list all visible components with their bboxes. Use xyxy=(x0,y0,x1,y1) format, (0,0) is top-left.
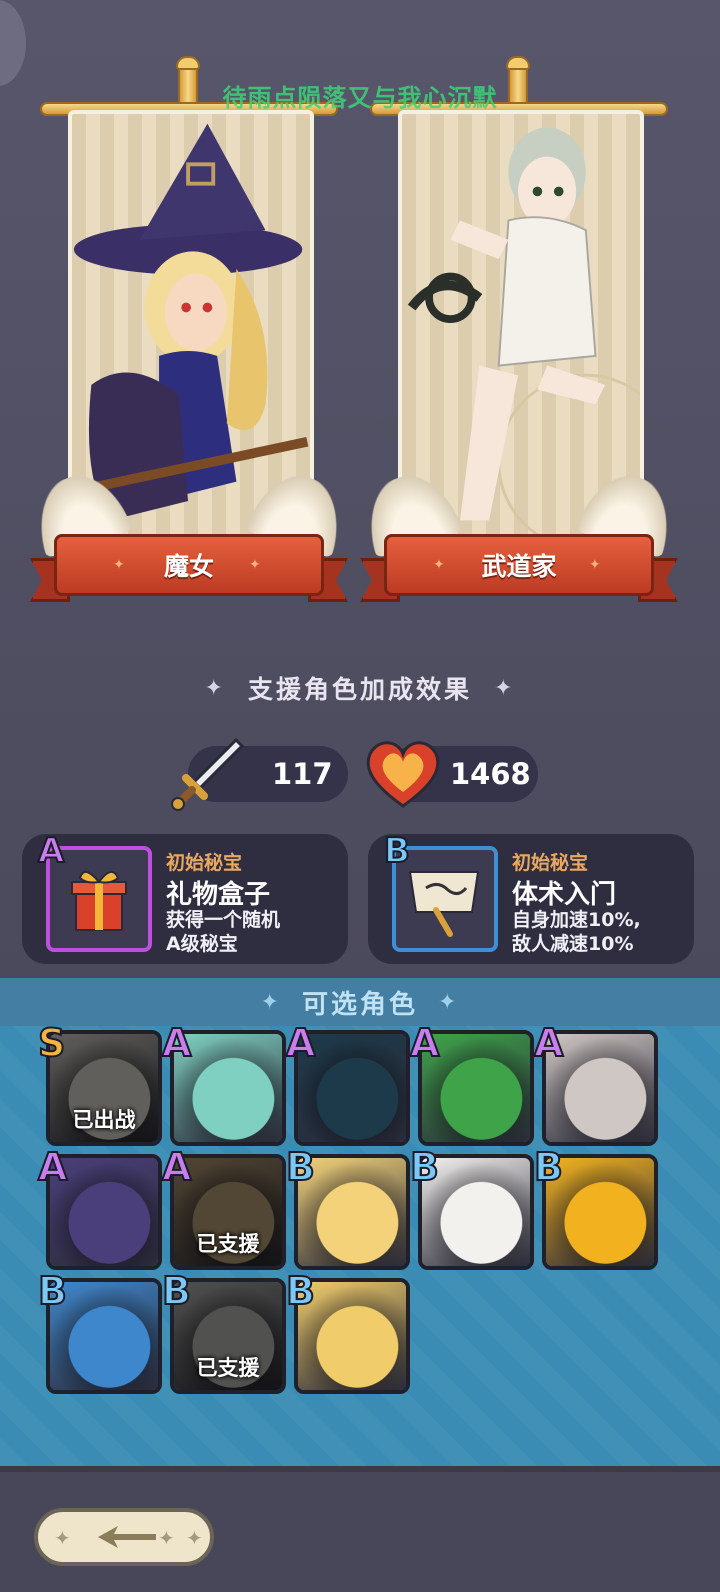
character-status: 已出战 xyxy=(72,1108,136,1132)
sparkle-icon: ✦ xyxy=(54,1526,71,1550)
heart-icon xyxy=(366,741,440,808)
sword-icon xyxy=(171,737,245,811)
character-name-ribbon: ✦ 魔女 ✦ xyxy=(54,534,324,596)
support-banner-witch[interactable]: ✦ 魔女 ✦ xyxy=(25,30,354,630)
sparkle-icon: ✦ xyxy=(186,1526,203,1550)
selectable-title: 可选角色 xyxy=(301,989,418,1020)
character-grade: B xyxy=(533,1145,564,1189)
attack-value: 117 xyxy=(272,757,333,791)
back-arrow-icon xyxy=(98,1526,156,1548)
character-name: 魔女 xyxy=(163,552,214,581)
treasure-kind: 初始秘宝 xyxy=(512,852,589,874)
character-status: 已支援 xyxy=(196,1232,260,1256)
hp-value: 1468 xyxy=(450,757,531,791)
treasure-card-gift-box[interactable]: A 初始秘宝 礼物盒子 获得一个随机 A级秘宝 xyxy=(22,831,348,964)
character-grade: A xyxy=(161,1145,192,1189)
treasure-grade: A xyxy=(37,831,65,871)
ornament-right-icon: ✦ xyxy=(438,989,460,1015)
overlay-caption: 待雨点陨落又与我心沉默 xyxy=(222,84,498,112)
treasure-desc-line: 获得一个随机 xyxy=(166,909,281,931)
treasure-description: 获得一个随机 A级秘宝 xyxy=(166,908,346,956)
support-bonus-label: 支援角色加成效果 xyxy=(247,675,472,704)
treasure-card-martial-basics[interactable]: B 初始秘宝 体术入门 自身加速10%, 敌人减速10% xyxy=(368,831,694,964)
treasure-kind: 初始秘宝 xyxy=(166,852,243,874)
sparkle-icon: ✦ xyxy=(158,1526,175,1550)
ornament-left-icon: ✦ xyxy=(260,989,282,1015)
character-grade: B xyxy=(285,1269,316,1313)
selectable-header: ✦ 可选角色 ✦ xyxy=(0,978,720,1026)
character-grade: A xyxy=(409,1021,440,1065)
ornament-right-icon: ✦ xyxy=(494,675,516,701)
gift-box-icon xyxy=(71,871,127,931)
character-grade: B xyxy=(161,1269,192,1313)
character-grade: A xyxy=(285,1021,316,1065)
treasure-desc-line: A级秘宝 xyxy=(166,933,238,955)
character-grade: B xyxy=(285,1145,316,1189)
scroll-icon xyxy=(408,871,480,937)
back-button[interactable]: ✦ ✦ ✦ xyxy=(34,1508,214,1566)
support-bonus-title: ✦ 支援角色加成效果 ✦ xyxy=(0,668,720,708)
character-grade: B xyxy=(37,1269,68,1313)
ornament-left-icon: ✦ xyxy=(204,675,226,701)
character-grade: A xyxy=(533,1021,564,1065)
support-banner-martial-artist[interactable]: ✦ 武道家 ✦ xyxy=(355,30,684,630)
ribbon-ornament-icon: ✦ xyxy=(589,557,601,573)
character-grade: A xyxy=(37,1145,68,1189)
character-name-ribbon: ✦ 武道家 ✦ xyxy=(384,534,654,596)
character-name: 武道家 xyxy=(481,552,557,581)
treasure-name: 礼物盒子 xyxy=(166,880,271,910)
treasure-grade: B xyxy=(383,831,411,871)
character-grade: S xyxy=(37,1021,66,1065)
treasure-desc-line: 自身加速10%, xyxy=(512,909,641,931)
character-grade: B xyxy=(409,1145,440,1189)
character-grade: A xyxy=(161,1021,192,1065)
treasure-desc-line: 敌人减速10% xyxy=(512,933,634,955)
character-status: 已支援 xyxy=(196,1356,260,1380)
treasure-description: 自身加速10%, 敌人减速10% xyxy=(512,908,692,956)
treasure-name: 体术入门 xyxy=(512,880,617,910)
ribbon-ornament-icon: ✦ xyxy=(249,557,261,573)
